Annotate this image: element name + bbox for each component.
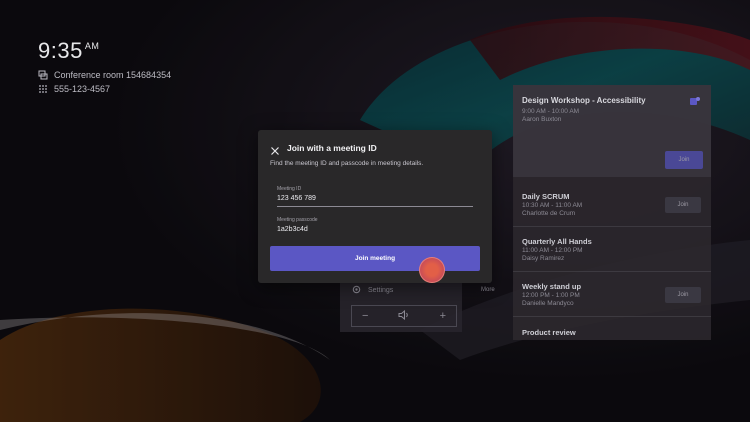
meeting-organizer: Danielle Mandyco bbox=[522, 300, 574, 307]
field-underline bbox=[277, 206, 473, 207]
settings-button[interactable]: Settings bbox=[351, 284, 393, 297]
meeting-title: Weekly stand up bbox=[522, 282, 582, 291]
divider bbox=[513, 271, 711, 272]
meeting-organizer: Daisy Ramirez bbox=[522, 255, 565, 262]
join-meeting-dialog: Join with a meeting ID Find the meeting … bbox=[258, 130, 492, 283]
meeting-title: Product review bbox=[522, 328, 576, 337]
room-name: Conference room 154684354 bbox=[54, 70, 172, 80]
meeting-time: 9:00 AM - 10:00 AM bbox=[522, 108, 580, 115]
gear-icon bbox=[351, 284, 362, 297]
clock-time: 9:35 bbox=[38, 38, 83, 63]
meeting-id-field[interactable]: Meeting ID 123 456 789 bbox=[277, 186, 473, 207]
minus-icon[interactable]: − bbox=[362, 310, 368, 322]
meeting-time: 10:30 AM - 11:00 AM bbox=[522, 202, 583, 209]
dialog-description: Find the meeting ID and passcode in meet… bbox=[270, 160, 424, 167]
join-meeting-button[interactable]: Join meeting bbox=[270, 246, 480, 271]
meeting-time: 12:00 PM - 1:00 PM bbox=[522, 292, 580, 299]
passcode-label: Meeting passcode bbox=[277, 217, 318, 223]
more-button[interactable]: More bbox=[481, 287, 495, 293]
join-button[interactable]: Join bbox=[665, 197, 701, 213]
room-name-row: Conference room 154684354 bbox=[38, 70, 171, 80]
touch-indicator bbox=[419, 257, 445, 283]
meeting-id-label: Meeting ID bbox=[277, 186, 302, 192]
meeting-title: Quarterly All Hands bbox=[522, 237, 592, 246]
teams-logo-icon bbox=[689, 94, 701, 112]
meeting-id-value[interactable]: 123 456 789 bbox=[277, 195, 473, 202]
join-button[interactable]: Join bbox=[665, 151, 703, 169]
settings-label: Settings bbox=[368, 287, 394, 294]
room-phone: 555-123-4567 bbox=[54, 84, 111, 94]
dialog-title: Join with a meeting ID bbox=[287, 143, 377, 153]
divider bbox=[513, 226, 711, 227]
passcode-field[interactable]: Meeting passcode 1a2b3c4d bbox=[277, 217, 473, 233]
passcode-value[interactable]: 1a2b3c4d bbox=[277, 226, 473, 233]
dialpad-icon bbox=[38, 84, 48, 94]
meeting-organizer: Aaron Buxton bbox=[522, 116, 562, 123]
meeting-time: 11:00 AM - 12:00 PM bbox=[522, 247, 583, 254]
meeting-organizer: Charlotte de Crum bbox=[522, 210, 576, 217]
clock-ampm: AM bbox=[84, 41, 100, 51]
divider bbox=[513, 316, 711, 317]
meeting-title: Daily SCRUM bbox=[522, 192, 570, 201]
speaker-icon bbox=[398, 309, 410, 323]
volume-control: − + bbox=[351, 305, 457, 327]
room-phone-row: 555-123-4567 bbox=[38, 84, 110, 94]
close-icon[interactable] bbox=[270, 143, 280, 155]
meetings-panel: Design Workshop - Accessibility 9:00 AM … bbox=[513, 85, 711, 340]
meeting-title: Design Workshop - Accessibility bbox=[522, 96, 646, 105]
join-button[interactable]: Join bbox=[665, 287, 701, 303]
clock: 9:35 AM bbox=[38, 38, 99, 64]
room-icon bbox=[38, 70, 48, 80]
plus-icon[interactable]: + bbox=[440, 310, 446, 322]
